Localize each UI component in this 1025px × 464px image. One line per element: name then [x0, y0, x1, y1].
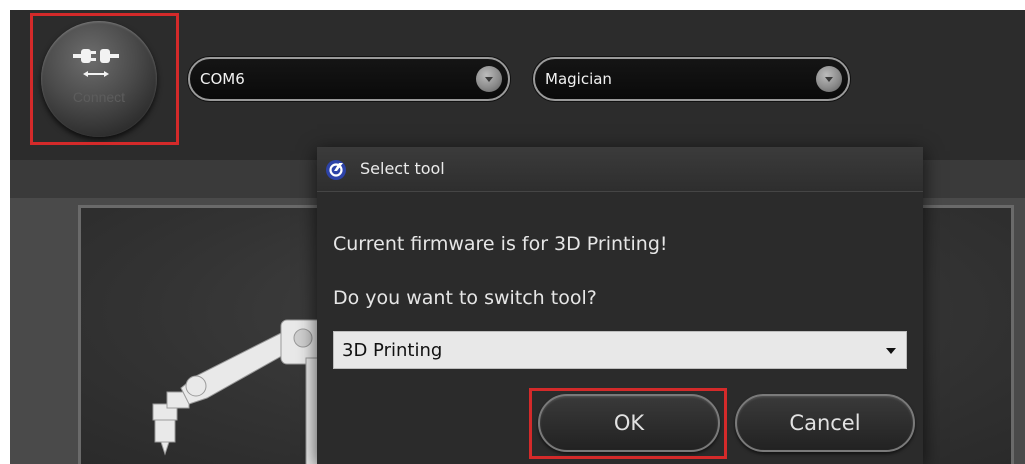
app-window: Connect COM6 Magician Select tool Curren… [10, 10, 1025, 464]
top-toolbar: Connect COM6 Magician [10, 10, 1025, 160]
port-select[interactable]: COM6 [188, 57, 510, 101]
dobot-logo-icon [326, 160, 346, 180]
tool-select[interactable]: 3D Printing [333, 331, 907, 369]
chevron-down-icon[interactable] [476, 66, 502, 92]
tool-select-value: 3D Printing [342, 340, 443, 361]
cancel-button[interactable]: Cancel [735, 394, 915, 452]
chevron-down-icon[interactable] [886, 348, 896, 354]
dialog-title: Select tool [360, 159, 445, 178]
connect-highlight-box [30, 13, 179, 145]
device-select[interactable]: Magician [533, 57, 850, 101]
select-tool-dialog: Select tool Current firmware is for 3D P… [317, 147, 923, 464]
device-select-value: Magician [545, 70, 612, 88]
port-select-value: COM6 [200, 70, 245, 88]
chevron-down-icon[interactable] [816, 66, 842, 92]
ok-highlight-box [529, 388, 727, 459]
switch-question: Do you want to switch tool? [333, 287, 597, 309]
dialog-title-bar: Select tool [317, 147, 923, 192]
firmware-message: Current firmware is for 3D Printing! [333, 233, 668, 255]
